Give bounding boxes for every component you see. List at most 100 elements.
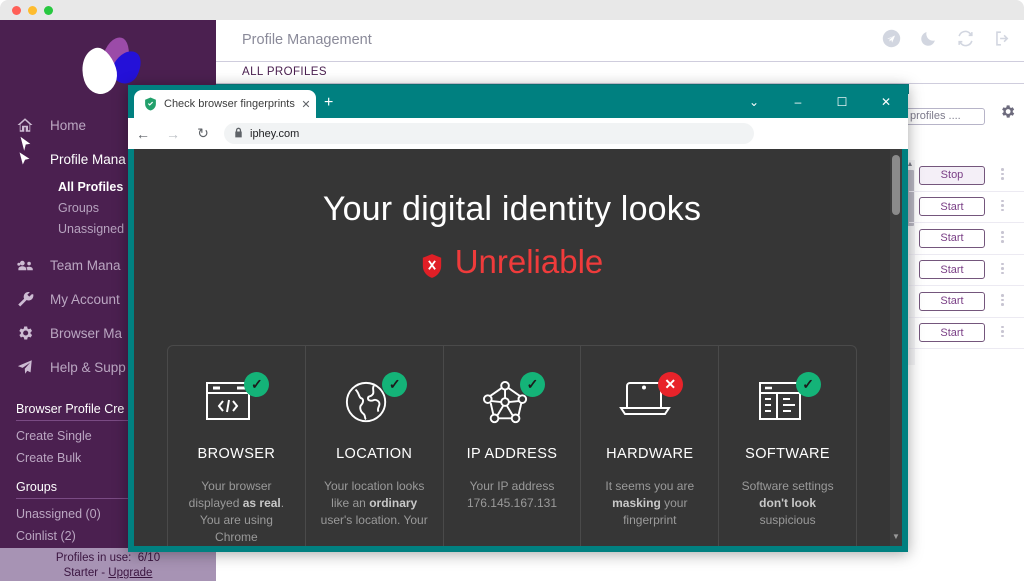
- desc-emphasis: as real: [242, 496, 281, 510]
- card-icon-wrap: ✓: [343, 372, 408, 430]
- breadcrumb-bar: ALL PROFILES: [216, 62, 1024, 84]
- paper-plane-icon: [16, 358, 50, 376]
- telegram-icon[interactable]: [882, 29, 901, 53]
- logout-icon[interactable]: [993, 29, 1012, 53]
- card-icon-wrap: ✓: [757, 372, 821, 430]
- table-row[interactable]: Start: [909, 255, 1024, 286]
- sidebar-subitem-label: All Profiles: [58, 179, 124, 194]
- desc-emphasis: ordinary: [369, 496, 418, 510]
- close-window-button[interactable]: [12, 6, 21, 15]
- status-badge-ok: ✓: [519, 372, 545, 397]
- card-description: Software settings don't look suspicious: [719, 478, 856, 529]
- new-tab-button[interactable]: +: [324, 95, 333, 111]
- start-button[interactable]: Start: [919, 323, 985, 343]
- verdict-text: Unreliable: [454, 243, 604, 280]
- card-description: Your IP address 176.145.167.131: [444, 478, 581, 512]
- url-text: iphey.com: [250, 127, 300, 140]
- desc-part: suspicious: [759, 513, 816, 527]
- table-row[interactable]: Start: [909, 192, 1024, 223]
- row-menu-icon[interactable]: [1001, 199, 1004, 211]
- start-button[interactable]: Start: [919, 197, 985, 217]
- refresh-icon[interactable]: [956, 29, 975, 53]
- card-browser: ✓ BROWSER Your browser displayed as real…: [168, 346, 306, 546]
- home-icon: [16, 116, 50, 134]
- card-description: It seems you are masking your fingerprin…: [581, 478, 718, 529]
- address-bar[interactable]: iphey.com: [224, 123, 754, 144]
- browser-tab-title: Check browser fingerprints: [164, 98, 295, 110]
- row-menu-icon[interactable]: [1001, 262, 1004, 274]
- back-icon[interactable]: ←: [128, 126, 158, 142]
- butterfly-logo: [75, 32, 147, 99]
- page-scrollbar[interactable]: ▼: [890, 149, 902, 546]
- status-badge-ok: ✓: [244, 372, 270, 397]
- browser-window-controls: ⌄ – ☐ ✕: [732, 85, 908, 118]
- desc-part: Software settings: [741, 479, 834, 493]
- ip-address-value: 176.145.167.131: [466, 496, 558, 510]
- settings-gear-icon[interactable]: [999, 103, 1016, 123]
- card-title: LOCATION: [336, 446, 413, 462]
- start-button[interactable]: Start: [919, 291, 985, 311]
- search-input[interactable]: profiles ....: [905, 108, 985, 125]
- upgrade-link[interactable]: Upgrade: [108, 567, 152, 579]
- tab-search-chevron-icon[interactable]: ⌄: [732, 95, 776, 109]
- table-row[interactable]: Stop: [909, 160, 1024, 192]
- card-description: Your browser displayed as real. You are …: [168, 478, 305, 546]
- row-menu-icon[interactable]: [1001, 168, 1004, 180]
- card-software: ✓ SOFTWARE Software settings don't look …: [719, 346, 856, 546]
- page-headline: Your digital identity looks: [322, 190, 702, 228]
- screen-root: Home Profile Mana All Profiles Groups Un…: [0, 0, 1024, 581]
- gear-icon: [16, 324, 50, 342]
- card-location: ✓ LOCATION Your location looks like an o…: [306, 346, 444, 546]
- profiles-usage-label: Profiles in use:: [55, 552, 132, 564]
- profile-rows: Stop Start Start Start Start Start: [909, 160, 1024, 365]
- dark-mode-icon[interactable]: [919, 29, 938, 53]
- plan-tier-label: Starter -: [63, 567, 109, 579]
- status-badge-bad: ✕: [657, 372, 683, 397]
- stop-button[interactable]: Stop: [919, 165, 985, 185]
- breadcrumb[interactable]: ALL PROFILES: [242, 66, 327, 78]
- sidebar-item-label: Help & Supp: [50, 359, 126, 375]
- minimize-button[interactable]: –: [776, 95, 820, 109]
- chrome-toolbar: ← → ↻ iphey.com ★ Coinlist I: [128, 118, 908, 176]
- sidebar-item-label: Home: [50, 117, 87, 133]
- profiles-usage: Profiles in use: 6/10: [0, 551, 216, 566]
- card-title: BROWSER: [197, 446, 276, 462]
- page-scrollbar-thumb[interactable]: [892, 155, 900, 215]
- row-menu-icon[interactable]: [1001, 231, 1004, 243]
- desc-part: Your IP address: [469, 479, 555, 493]
- close-button[interactable]: ✕: [864, 95, 908, 109]
- start-button[interactable]: Start: [919, 260, 985, 280]
- card-description: Your location looks like an ordinary use…: [306, 478, 443, 529]
- row-menu-icon[interactable]: [1001, 325, 1004, 337]
- table-row[interactable]: Start: [909, 286, 1024, 318]
- table-row[interactable]: Start: [909, 223, 1024, 255]
- app-header: Profile Management: [216, 20, 1024, 62]
- mouse-cursor: [19, 135, 33, 154]
- sidebar-item-label: Team Mana: [50, 257, 121, 273]
- card-icon-wrap: ✕: [618, 372, 683, 430]
- reload-icon[interactable]: ↻: [188, 125, 218, 142]
- start-button[interactable]: Start: [919, 228, 985, 248]
- row-menu-icon[interactable]: [1001, 294, 1004, 306]
- scroll-down-arrow-icon[interactable]: ▼: [892, 533, 900, 541]
- desc-part: user's location. Your: [320, 513, 428, 527]
- maximize-window-button[interactable]: [44, 6, 53, 15]
- sidebar-subitem-label: Groups: [58, 200, 99, 215]
- wrench-icon: [16, 290, 50, 308]
- browser-tab[interactable]: Check browser fingerprints ✕: [134, 90, 316, 118]
- verdict-row: Unreliable: [134, 243, 890, 281]
- sidebar-item-label: My Account: [50, 291, 120, 307]
- sidebar-item-label: Profile Mana: [50, 151, 126, 167]
- table-row[interactable]: Start: [909, 318, 1024, 349]
- sidebar-item-label: Browser Ma: [50, 325, 123, 341]
- minimize-window-button[interactable]: [28, 6, 37, 15]
- status-badge-ok: ✓: [382, 372, 408, 397]
- header-icon-group: [882, 29, 1012, 53]
- desc-part: It seems you are: [605, 479, 695, 493]
- card-hardware: ✕ HARDWARE It seems you are masking your…: [581, 346, 720, 546]
- desc-emphasis: don't look: [759, 496, 816, 510]
- close-tab-icon[interactable]: ✕: [296, 98, 316, 111]
- maximize-button[interactable]: ☐: [820, 95, 864, 109]
- forward-icon[interactable]: →: [158, 126, 188, 142]
- card-icon-wrap: ✓: [481, 372, 545, 430]
